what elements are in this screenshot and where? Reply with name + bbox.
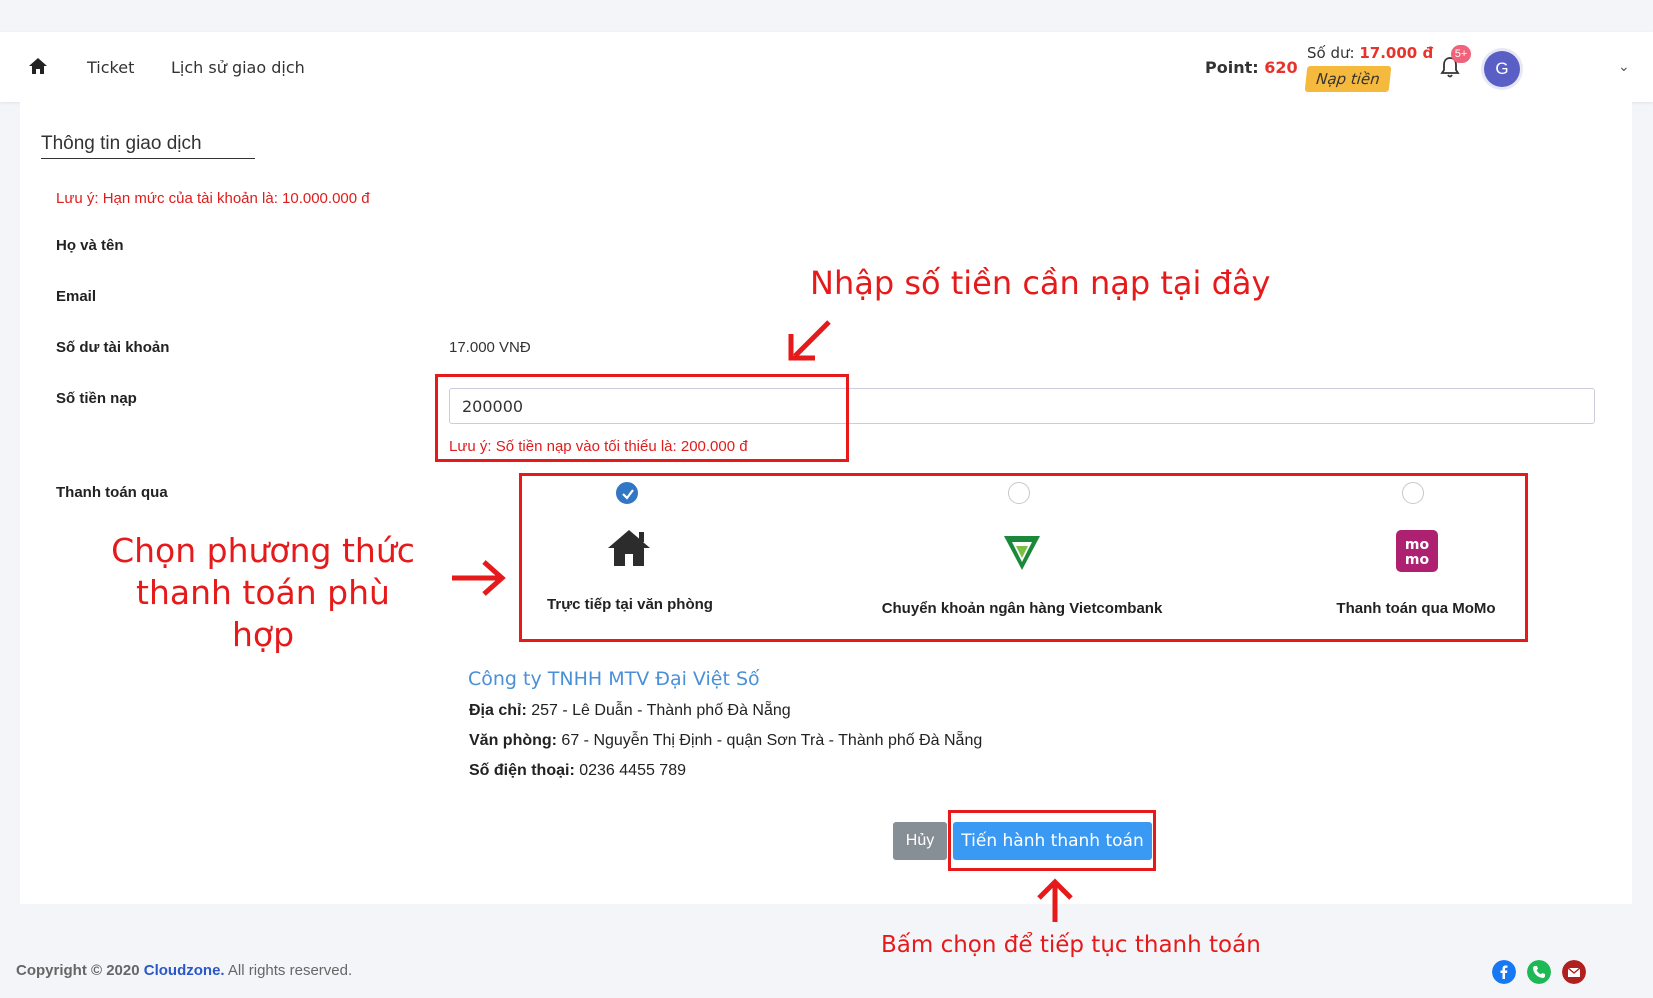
- annotation-method-hint-line1: Chọn phương thức: [111, 531, 415, 570]
- annotation-method-hint-line2: thanh toán phù hợp: [136, 573, 390, 654]
- cancel-button[interactable]: Hủy: [893, 822, 947, 860]
- page-title: Thông tin giao dịch: [41, 133, 255, 159]
- address-value: 257 - Lê Duẫn - Thành phố Đà Nẵng: [526, 702, 791, 719]
- footer-copyright: Copyright © 2020 Cloudzone. All rights r…: [16, 962, 352, 979]
- address-label: Địa chỉ:: [469, 702, 527, 719]
- annotation-method-hint: Chọn phương thức thanh toán phù hợp: [108, 530, 418, 656]
- phone-label: Số điện thoại:: [469, 762, 575, 779]
- annotation-box-amount: [435, 374, 849, 462]
- point-display: Point: 620: [1205, 58, 1298, 77]
- payment-method-label: Thanh toán qua: [56, 484, 168, 501]
- avatar[interactable]: G: [1484, 51, 1520, 87]
- annotation-amount-hint: Nhập số tiền cần nạp tại đây: [810, 264, 1271, 302]
- balance-display: Số dư: 17.000 đ: [1307, 44, 1433, 62]
- chevron-down-icon[interactable]: ⌄: [1618, 58, 1630, 75]
- balance-label: Số dư:: [1307, 44, 1355, 62]
- amount-label: Số tiền nạp: [56, 390, 137, 407]
- top-navbar: Ticket Lịch sử giao dịch Point: 620 Số d…: [0, 32, 1653, 102]
- fullname-label: Họ và tên: [56, 237, 124, 254]
- nav-link-transaction-history[interactable]: Lịch sử giao dịch: [171, 58, 305, 77]
- mail-icon[interactable]: [1562, 960, 1586, 984]
- phone-icon[interactable]: [1527, 960, 1551, 984]
- annotation-pay-hint: Bấm chọn để tiếp tục thanh toán: [881, 932, 1261, 958]
- home-icon[interactable]: [28, 57, 48, 75]
- email-label: Email: [56, 288, 97, 305]
- office-label: Văn phòng:: [469, 732, 557, 749]
- copyright-prefix: Copyright © 2020: [16, 962, 144, 979]
- company-office: Văn phòng: 67 - Nguyễn Thị Định - quận S…: [469, 732, 982, 750]
- account-balance-label: Số dư tài khoản: [56, 339, 170, 356]
- point-label: Point:: [1205, 58, 1259, 77]
- top-strip: [0, 0, 1653, 32]
- point-value: 620: [1264, 58, 1298, 77]
- balance-value: 17.000 đ: [1359, 44, 1434, 62]
- company-phone: Số điện thoại: 0236 4455 789: [469, 762, 686, 780]
- limit-note: Lưu ý: Hạn mức của tài khoản là: 10.000.…: [56, 190, 370, 207]
- arrow-up-icon: [1037, 878, 1073, 922]
- annotation-box-pay-button: [948, 810, 1156, 871]
- topup-button[interactable]: Nạp tiền: [1304, 66, 1392, 92]
- notification-badge: 5+: [1451, 45, 1471, 63]
- account-balance-value: 17.000 VNĐ: [449, 339, 531, 356]
- company-name: Công ty TNHH MTV Đại Việt Số: [468, 668, 760, 690]
- arrow-right-icon: [452, 560, 506, 596]
- nav-link-ticket[interactable]: Ticket: [87, 58, 134, 77]
- footer-brand-link[interactable]: Cloudzone.: [144, 962, 225, 979]
- office-value: 67 - Nguyễn Thị Định - quận Sơn Trà - Th…: [556, 732, 983, 749]
- company-address: Địa chỉ: 257 - Lê Duẫn - Thành phố Đà Nẵ…: [469, 702, 791, 720]
- phone-value: 0236 4455 789: [574, 762, 686, 779]
- arrow-down-left-icon: [788, 320, 831, 361]
- copyright-rights: All rights reserved.: [224, 962, 353, 979]
- facebook-icon[interactable]: [1492, 960, 1516, 984]
- annotation-box-payment: [519, 473, 1528, 642]
